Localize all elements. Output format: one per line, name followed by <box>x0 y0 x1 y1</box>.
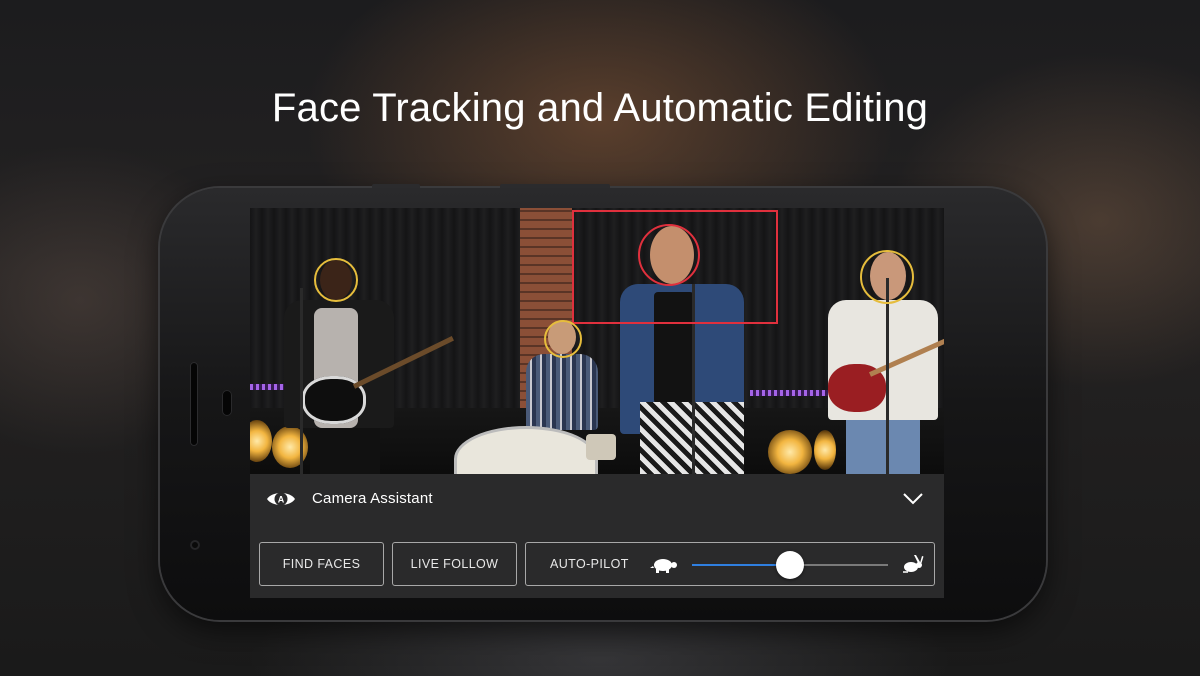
promo-background: Face Tracking and Automatic Editing A Ca… <box>0 0 1200 676</box>
stage-light <box>814 430 836 470</box>
face-marker[interactable] <box>314 258 358 302</box>
camera-assistant-panel: A Camera Assistant FIND FACES LIVE FOLLO… <box>250 474 944 598</box>
face-marker[interactable] <box>544 320 582 358</box>
face-marker[interactable] <box>860 250 914 304</box>
auto-pilot-button[interactable]: AUTO-PILOT <box>550 557 629 571</box>
phone-button <box>372 184 420 188</box>
phone-sensor <box>222 390 232 416</box>
speed-slider-thumb[interactable] <box>776 551 804 579</box>
stage-light <box>768 430 812 474</box>
phone-speaker <box>190 362 198 446</box>
video-preview[interactable] <box>250 208 944 474</box>
phone-frame: A Camera Assistant FIND FACES LIVE FOLLO… <box>160 184 1046 620</box>
camera-assistant-label: Camera Assistant <box>312 490 433 507</box>
auto-pilot-control[interactable]: AUTO-PILOT <box>525 542 935 586</box>
phone-button <box>500 184 610 188</box>
eye-a-icon: A <box>267 492 295 506</box>
camera-assistant-header[interactable]: A Camera Assistant <box>250 474 944 526</box>
mic-stand <box>300 288 303 474</box>
jeans <box>846 420 920 474</box>
speed-slider[interactable] <box>692 551 888 579</box>
face-marker-selected[interactable] <box>638 224 700 286</box>
torso <box>526 354 598 430</box>
legs <box>310 428 380 474</box>
live-follow-button[interactable]: LIVE FOLLOW <box>392 542 517 586</box>
app-screen: A Camera Assistant FIND FACES LIVE FOLLO… <box>250 208 944 598</box>
hare-icon <box>903 555 924 573</box>
front-camera <box>190 540 200 550</box>
svg-text:A: A <box>278 495 285 505</box>
mic-stand <box>886 278 889 474</box>
headline: Face Tracking and Automatic Editing <box>271 86 929 130</box>
turtle-icon <box>650 559 677 573</box>
find-faces-button[interactable]: FIND FACES <box>259 542 384 586</box>
chevron-down-icon[interactable] <box>902 490 924 506</box>
snare-drum <box>586 434 616 460</box>
